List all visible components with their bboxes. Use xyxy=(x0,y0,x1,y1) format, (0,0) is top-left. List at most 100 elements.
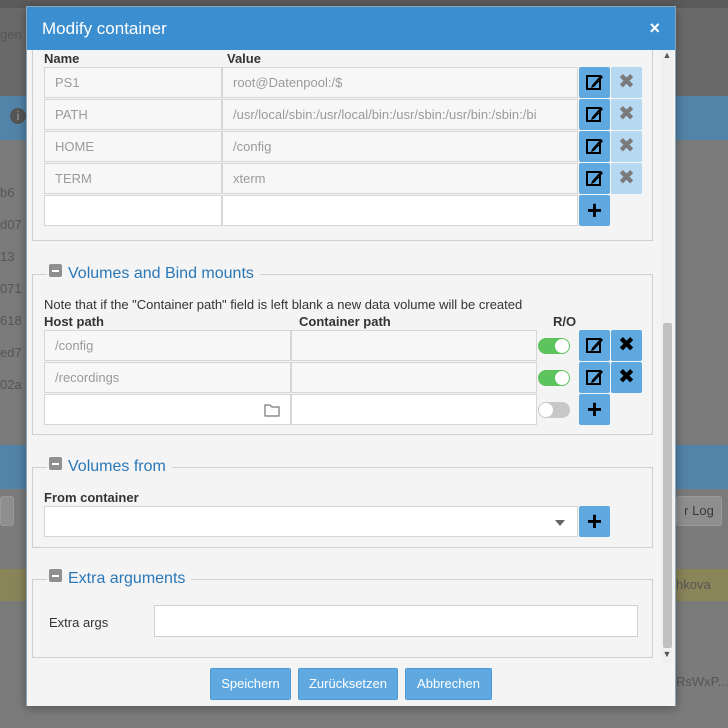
edit-button[interactable] xyxy=(579,131,610,162)
plus-icon: + xyxy=(586,195,603,225)
bg-fragment: 13 xyxy=(0,249,15,264)
extra-arguments-legend-label: Extra arguments xyxy=(68,570,186,587)
add-volumes-from-button[interactable]: + xyxy=(579,506,610,537)
delete-button[interactable]: ✖ xyxy=(611,330,642,361)
collapse-icon[interactable] xyxy=(49,457,62,470)
env-value-field[interactable]: root@Datenpool:/$ xyxy=(222,67,578,98)
dialog-title: Modify container xyxy=(42,19,167,38)
column-header-container-path: Container path xyxy=(299,314,391,329)
environment-fieldset: Name Value PS1 root@Datenpool:/$ ✖ PATH … xyxy=(32,50,653,241)
delete-icon: ✖ xyxy=(618,103,635,125)
bg-fragment: gen xyxy=(0,27,22,42)
delete-icon: ✖ xyxy=(618,366,635,388)
edit-icon xyxy=(586,139,603,154)
column-header-ro: R/O xyxy=(553,314,577,329)
add-volume-button[interactable]: + xyxy=(579,394,610,425)
new-env-value-input[interactable] xyxy=(222,195,578,226)
collapse-icon[interactable] xyxy=(49,569,62,582)
column-header-value: Value xyxy=(227,51,261,66)
volumes-from-fieldset: Volumes from From container + xyxy=(32,456,653,548)
volumes-from-legend-label: Volumes from xyxy=(68,458,166,475)
delete-button[interactable]: ✖ xyxy=(611,131,642,162)
volumes-note: Note that if the "Container path" field … xyxy=(44,297,523,312)
modify-container-dialog: Modify container × Name Value PS1 root@D… xyxy=(26,6,676,706)
container-path-field[interactable] xyxy=(291,362,537,393)
env-name-field[interactable]: PATH xyxy=(44,99,222,130)
bg-fragment: 618 xyxy=(0,313,22,328)
save-button[interactable]: Speichern xyxy=(210,668,291,700)
bg-button xyxy=(0,496,14,526)
env-name-field[interactable]: PS1 xyxy=(44,67,222,98)
scroll-down-icon[interactable]: ▼ xyxy=(661,649,673,659)
edit-button[interactable] xyxy=(579,362,610,393)
env-name-field[interactable]: TERM xyxy=(44,163,222,194)
edit-icon xyxy=(586,171,603,186)
delete-icon: ✖ xyxy=(618,135,635,157)
dialog-footer: Speichern Zurücksetzen Abbrechen xyxy=(27,663,675,706)
delete-button[interactable]: ✖ xyxy=(611,67,642,98)
edit-icon xyxy=(586,75,603,90)
delete-icon: ✖ xyxy=(618,167,635,189)
from-container-label: From container xyxy=(44,490,139,505)
delete-button[interactable]: ✖ xyxy=(611,99,642,130)
edit-button[interactable] xyxy=(579,330,610,361)
reset-button[interactable]: Zurücksetzen xyxy=(298,668,398,700)
extra-args-input[interactable] xyxy=(154,605,638,637)
delete-button[interactable]: ✖ xyxy=(611,163,642,194)
container-path-field[interactable] xyxy=(291,330,537,361)
bg-fragment: b6 xyxy=(0,185,15,200)
host-path-field[interactable]: /recordings xyxy=(44,362,291,393)
bg-fragment: 02a xyxy=(0,377,22,392)
plus-icon: + xyxy=(586,506,603,536)
delete-button[interactable]: ✖ xyxy=(611,362,642,393)
env-value-field[interactable]: /config xyxy=(222,131,578,162)
volumes-fieldset: Volumes and Bind mounts Note that if the… xyxy=(32,263,653,435)
volumes-from-legend[interactable]: Volumes from xyxy=(47,456,172,478)
from-container-select[interactable] xyxy=(44,506,578,537)
volumes-legend[interactable]: Volumes and Bind mounts xyxy=(47,263,260,285)
new-env-name-input[interactable] xyxy=(44,195,222,226)
cancel-button[interactable]: Abbrechen xyxy=(405,668,492,700)
extra-args-label: Extra args xyxy=(49,615,109,630)
env-name-field[interactable]: HOME xyxy=(44,131,222,162)
bg-fragment: RsWxP... xyxy=(676,674,728,689)
scroll-up-icon[interactable]: ▲ xyxy=(661,50,673,60)
bg-fragment: hkova xyxy=(676,577,711,592)
add-env-button[interactable]: + xyxy=(579,195,610,226)
ro-toggle[interactable] xyxy=(538,338,570,354)
new-host-path-input[interactable] xyxy=(44,394,291,425)
dialog-header: Modify container × xyxy=(27,7,675,50)
bg-fragment: ed7 xyxy=(0,345,22,360)
bg-fragment: 071 xyxy=(0,281,22,296)
env-value-field[interactable]: xterm xyxy=(222,163,578,194)
info-icon: i xyxy=(10,108,26,124)
dialog-scrollbar[interactable]: ▲ ▼ xyxy=(661,50,673,663)
extra-arguments-fieldset: Extra arguments Extra args xyxy=(32,568,653,658)
new-container-path-input[interactable] xyxy=(291,394,537,425)
edit-icon xyxy=(586,338,603,353)
delete-icon: ✖ xyxy=(618,334,635,356)
column-header-host-path: Host path xyxy=(44,314,104,329)
edit-button[interactable] xyxy=(579,163,610,194)
column-header-name: Name xyxy=(44,51,80,66)
dialog-body[interactable]: Name Value PS1 root@Datenpool:/$ ✖ PATH … xyxy=(27,50,675,663)
env-value-field[interactable]: /usr/local/sbin:/usr/local/bin:/usr/sbin… xyxy=(222,99,578,130)
chevron-down-icon xyxy=(555,520,565,526)
volumes-legend-label: Volumes and Bind mounts xyxy=(68,265,254,282)
delete-icon: ✖ xyxy=(618,71,635,93)
ro-toggle[interactable] xyxy=(538,370,570,386)
ro-toggle[interactable] xyxy=(538,402,570,418)
folder-icon[interactable] xyxy=(264,403,280,417)
close-icon[interactable]: × xyxy=(649,7,660,50)
scroll-thumb[interactable] xyxy=(663,323,672,648)
edit-icon xyxy=(586,370,603,385)
edit-icon xyxy=(586,107,603,122)
extra-arguments-legend[interactable]: Extra arguments xyxy=(47,568,192,590)
host-path-field[interactable]: /config xyxy=(44,330,291,361)
bg-fragment: d07 xyxy=(0,217,22,232)
bg-log-button: r Log xyxy=(676,496,722,526)
plus-icon: + xyxy=(586,394,603,424)
edit-button[interactable] xyxy=(579,99,610,130)
collapse-icon[interactable] xyxy=(49,264,62,277)
edit-button[interactable] xyxy=(579,67,610,98)
